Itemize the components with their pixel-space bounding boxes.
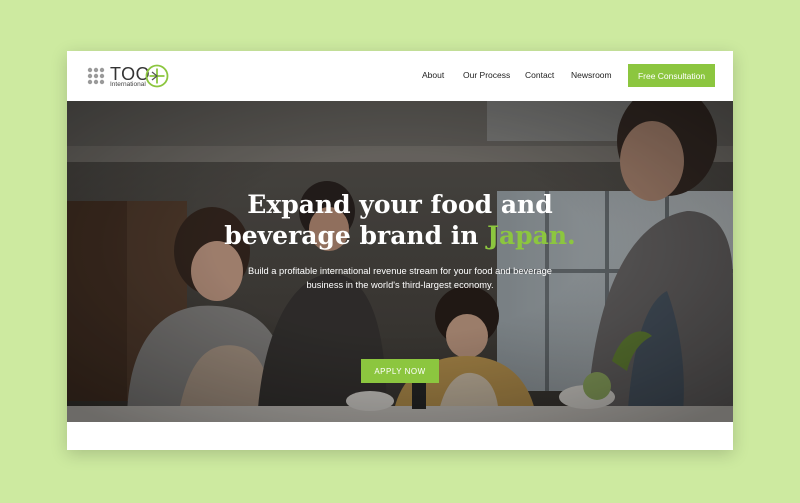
hero-title-line2: beverage brand in Japan. xyxy=(67,220,733,251)
nav-item-newsroom[interactable]: Newsroom xyxy=(571,70,612,80)
hero-title-prefix: beverage brand in xyxy=(224,221,488,250)
nav-item-about[interactable]: About xyxy=(422,70,444,80)
hero-title-line1: Expand your food and xyxy=(247,190,553,219)
dot-grid-icon xyxy=(87,67,105,85)
nav-item-our-process[interactable]: Our Process xyxy=(463,70,510,80)
hero-subtitle: Build a profitable international revenue… xyxy=(217,264,583,292)
content-area xyxy=(67,422,733,450)
hero-title-accent: Japan. xyxy=(487,221,576,250)
site-header: TOO International About Our Process Cont… xyxy=(67,51,733,101)
apply-now-button[interactable]: APPLY NOW xyxy=(361,359,439,383)
hero-subtitle-line1: Build a profitable international revenue… xyxy=(248,266,552,276)
free-consultation-button[interactable]: Free Consultation xyxy=(628,64,715,87)
hero-section: Expand your food and beverage brand in J… xyxy=(67,101,733,422)
plus-circle-icon xyxy=(145,64,169,88)
browser-frame: TOO International About Our Process Cont… xyxy=(67,51,733,450)
logo-subtitle: International xyxy=(110,81,146,88)
site-logo[interactable]: TOO International xyxy=(87,64,177,90)
hero-subtitle-line2: business in the world's third-largest ec… xyxy=(306,280,494,290)
nav-item-contact[interactable]: Contact xyxy=(525,70,554,80)
